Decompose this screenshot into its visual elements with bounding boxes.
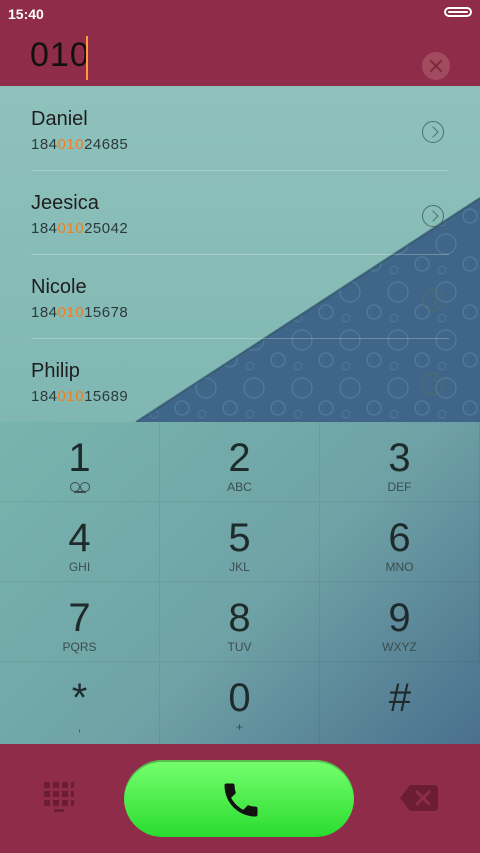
key-digit: 7 [68, 596, 91, 640]
contact-name: Philip [31, 360, 80, 382]
contact-name: Daniel [31, 108, 88, 130]
status-time: 15:40 [8, 6, 44, 22]
key-1[interactable]: 1 [0, 422, 160, 502]
key-letters: DEF [387, 480, 412, 494]
contact-name: Jeesica [31, 192, 99, 214]
dial-footer [0, 744, 480, 853]
call-button[interactable] [124, 760, 354, 837]
key-digit: # [388, 676, 412, 720]
chevron-right-circle-icon[interactable] [422, 205, 444, 227]
key-digit: 0 [228, 676, 251, 720]
key-letters: TUV [227, 640, 252, 654]
status-bar: 15:40 [0, 0, 480, 26]
key-2[interactable]: 2 ABC [160, 422, 320, 502]
key-letters: GHI [68, 560, 91, 574]
contact-number: 18401024685 [31, 136, 129, 153]
keypad-grid-icon[interactable] [44, 782, 74, 816]
clear-input-button[interactable] [422, 52, 450, 80]
key-star[interactable]: * , [0, 662, 160, 744]
contact-number: 18401015689 [31, 388, 129, 405]
key-digit: 3 [388, 436, 411, 480]
dial-header: 010 [0, 26, 480, 86]
list-item[interactable]: Philip 18401015689 [0, 338, 480, 422]
key-digit: 5 [228, 516, 251, 560]
dialed-number[interactable]: 010 [30, 36, 90, 75]
key-7[interactable]: 7 PQRS [0, 582, 160, 662]
key-letters: MNO [385, 560, 414, 574]
list-item[interactable]: Daniel 18401024685 [0, 86, 480, 170]
key-digit: 8 [228, 596, 251, 640]
key-digit: 4 [68, 516, 91, 560]
contact-number: 18401025042 [31, 220, 129, 237]
key-9[interactable]: 9 WXYZ [320, 582, 480, 662]
key-digit: 9 [388, 596, 411, 640]
key-0[interactable]: 0 + [160, 662, 320, 744]
key-6[interactable]: 6 MNO [320, 502, 480, 582]
key-digit: 6 [388, 516, 411, 560]
key-5[interactable]: 5 JKL [160, 502, 320, 582]
key-3[interactable]: 3 DEF [320, 422, 480, 502]
key-8[interactable]: 8 TUV [160, 582, 320, 662]
voicemail-icon-bar [74, 491, 86, 493]
contact-suggestions: Daniel 18401024685 Jeesica 18401025042 N… [0, 86, 480, 422]
backspace-icon [400, 785, 438, 811]
chevron-right-circle-icon[interactable] [422, 373, 444, 395]
list-item[interactable]: Jeesica 18401025042 [0, 170, 480, 254]
contact-number: 18401015678 [31, 304, 129, 321]
key-digit: 1 [68, 436, 91, 480]
battery-icon [444, 7, 472, 17]
chevron-right-circle-icon[interactable] [422, 121, 444, 143]
chevron-right-circle-icon[interactable] [422, 289, 444, 311]
contact-name: Nicole [31, 276, 87, 298]
key-letters: , [77, 720, 82, 734]
key-hash[interactable]: # [320, 662, 480, 744]
backspace-button[interactable] [400, 785, 438, 811]
phone-icon [224, 783, 258, 817]
key-letters: PQRS [62, 640, 97, 654]
dial-keypad: 1 2 ABC 3 DEF 4 GHI 5 JKL 6 MNO 7 PQRS 8… [0, 422, 480, 744]
key-4[interactable]: 4 GHI [0, 502, 160, 582]
list-item[interactable]: Nicole 18401015678 [0, 254, 480, 338]
key-digit: 2 [228, 436, 251, 480]
key-letters: WXYZ [382, 640, 417, 654]
key-letters: JKL [229, 560, 250, 574]
key-letters: ABC [227, 480, 252, 494]
key-letters: + [235, 720, 243, 734]
key-digit: * [71, 676, 88, 720]
text-cursor [86, 36, 88, 80]
